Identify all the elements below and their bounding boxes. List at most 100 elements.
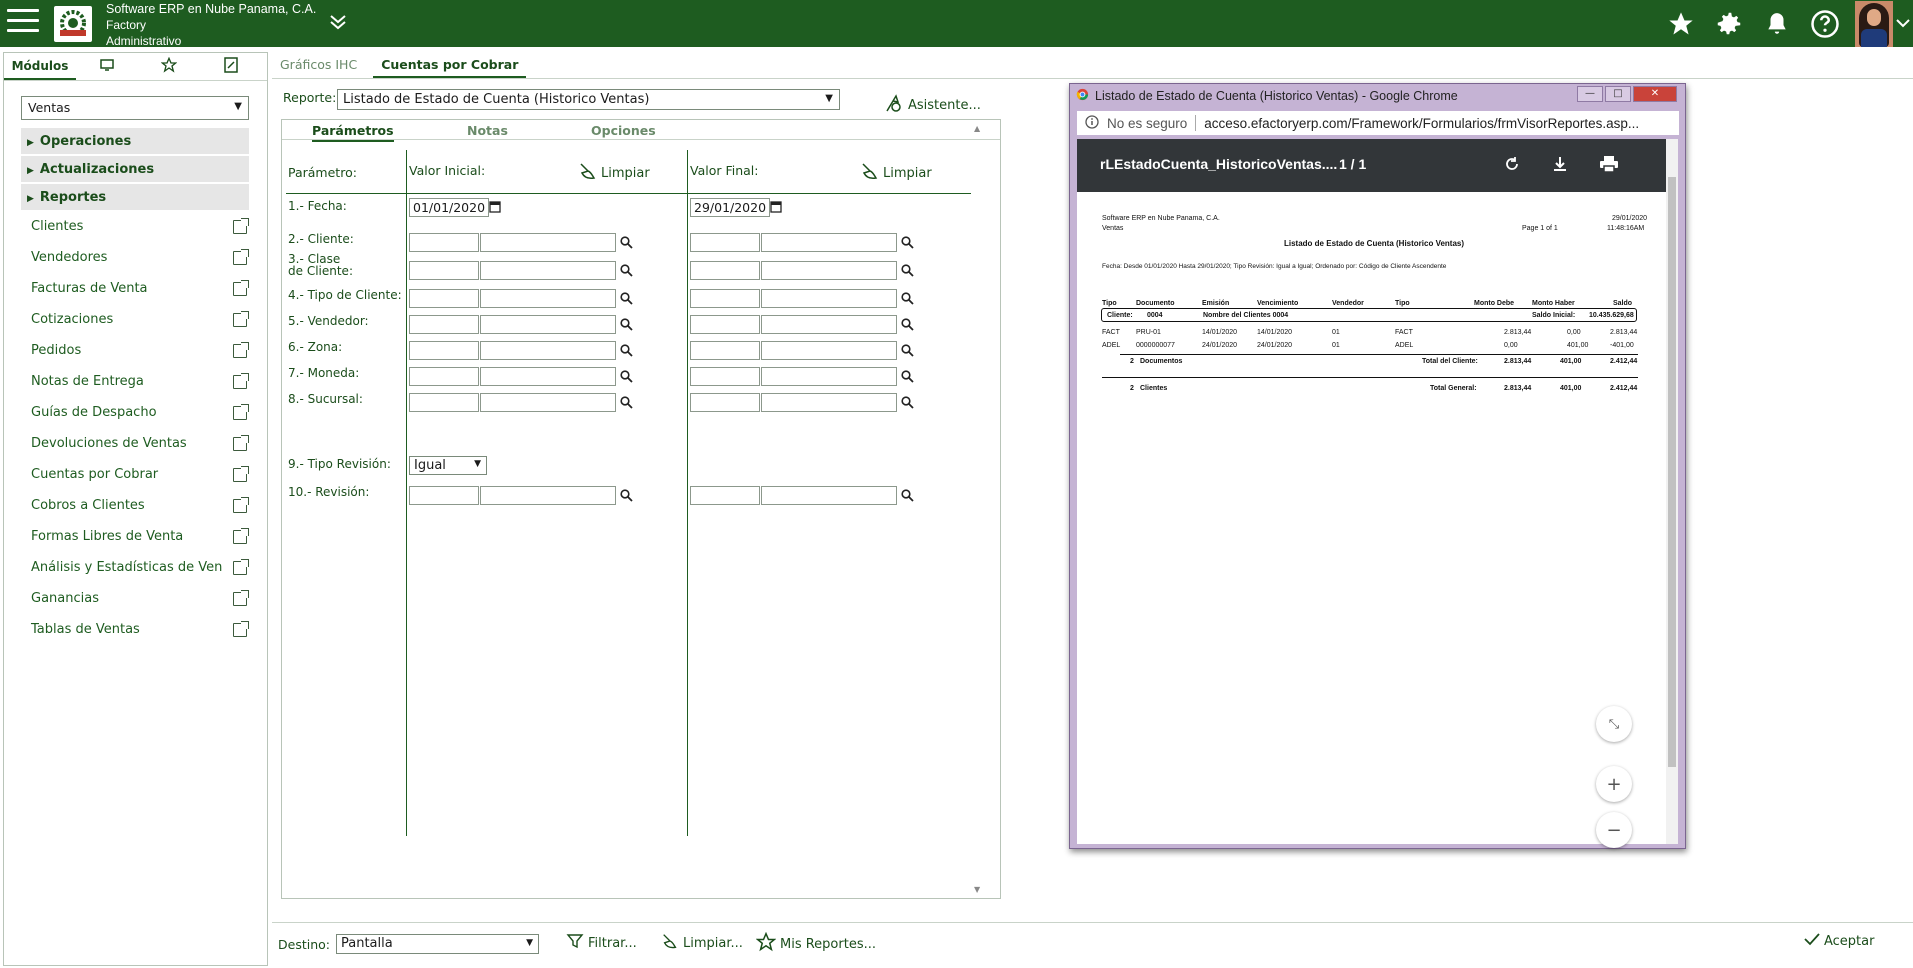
inicial-name-input[interactable] [480, 289, 616, 308]
sidebar-item-formas-libres[interactable]: Formas Libres de Venta [21, 521, 249, 552]
limpiar-final-button[interactable]: Limpiar [860, 161, 932, 185]
sidebar-item-notas-entrega[interactable]: Notas de Entrega [21, 366, 249, 397]
tab-cuentas-por-cobrar[interactable]: Cuentas por Cobrar [373, 52, 527, 78]
inicial-name-input[interactable] [480, 233, 616, 252]
scrollbar-thumb[interactable] [1668, 177, 1676, 767]
tab-notas[interactable]: Notas [467, 123, 508, 138]
inicial-code-input[interactable] [409, 486, 479, 505]
search-icon[interactable] [620, 370, 633, 386]
final-code-input[interactable] [690, 289, 760, 308]
external-link-icon[interactable] [233, 496, 249, 513]
search-icon[interactable] [901, 344, 914, 360]
inicial-code-input[interactable] [409, 233, 479, 252]
menu-icon[interactable] [7, 9, 39, 37]
section-actualizaciones[interactable]: ▶ Actualizaciones [21, 156, 249, 183]
rotate-icon[interactable] [1503, 155, 1521, 176]
inicial-name-input[interactable] [480, 393, 616, 412]
collapse-chevrons-icon[interactable] [328, 12, 348, 37]
inicial-name-input[interactable] [480, 486, 616, 505]
chevron-down-icon[interactable] [1893, 16, 1913, 32]
final-name-input[interactable] [761, 341, 897, 360]
external-link-icon[interactable] [233, 620, 249, 637]
inicial-code-input[interactable] [409, 393, 479, 412]
help-icon[interactable] [1801, 9, 1849, 39]
address-bar[interactable]: No es seguro acceso.efactoryerp.com/Fram… [1077, 111, 1679, 135]
external-link-icon[interactable] [233, 217, 249, 234]
asistente-button[interactable]: Asistente... [884, 93, 981, 117]
inicial-code-input[interactable] [409, 367, 479, 386]
final-name-input[interactable] [761, 261, 897, 280]
tab-opciones[interactable]: Opciones [591, 123, 656, 138]
sidebar-item-ganancias[interactable]: Ganancias [21, 583, 249, 614]
search-icon[interactable] [620, 344, 633, 360]
final-name-input[interactable] [761, 393, 897, 412]
close-button[interactable]: ✕ [1633, 86, 1677, 102]
final-code-input[interactable] [690, 486, 760, 505]
star-icon[interactable] [1657, 10, 1705, 38]
filtrar-button[interactable]: Filtrar... [566, 932, 637, 954]
search-icon[interactable] [901, 236, 914, 252]
external-link-icon[interactable] [233, 465, 249, 482]
zoom-out-icon[interactable]: − [1596, 812, 1632, 848]
external-link-icon[interactable] [233, 248, 249, 265]
sidebar-item-tablas[interactable]: Tablas de Ventas [21, 614, 249, 645]
sidebar-item-guias[interactable]: Guías de Despacho [21, 397, 249, 428]
final-code-input[interactable] [690, 341, 760, 360]
tab-graficos-ihc[interactable]: Gráficos IHC [272, 52, 365, 78]
final-name-input[interactable] [761, 233, 897, 252]
limpiar-inicial-button[interactable]: Limpiar [578, 161, 650, 185]
sidebar-item-vendedores[interactable]: Vendedores [21, 242, 249, 273]
tab-favorites[interactable] [138, 53, 200, 80]
external-link-icon[interactable] [233, 372, 249, 389]
inicial-code-input[interactable] [409, 289, 479, 308]
external-link-icon[interactable] [233, 310, 249, 327]
final-code-input[interactable] [690, 261, 760, 280]
calendar-icon[interactable] [489, 200, 501, 216]
final-code-input[interactable] [690, 393, 760, 412]
mis-reportes-button[interactable]: Mis Reportes... [755, 931, 876, 956]
external-link-icon[interactable] [233, 403, 249, 420]
avatar[interactable] [1855, 0, 1893, 47]
inicial-code-input[interactable] [409, 315, 479, 334]
search-icon[interactable] [620, 264, 633, 280]
tab-reports[interactable] [200, 53, 262, 80]
aceptar-button[interactable]: Aceptar [1804, 932, 1874, 950]
calendar-icon[interactable] [770, 200, 782, 216]
external-link-icon[interactable] [233, 558, 249, 575]
tab-modulos[interactable]: Módulos [4, 53, 76, 80]
search-icon[interactable] [620, 396, 633, 412]
external-link-icon[interactable] [233, 341, 249, 358]
maximize-button[interactable]: □ [1605, 86, 1631, 102]
search-icon[interactable] [620, 236, 633, 252]
search-icon[interactable] [620, 489, 633, 505]
sidebar-item-pedidos[interactable]: Pedidos [21, 335, 249, 366]
sidebar-item-cotizaciones[interactable]: Cotizaciones [21, 304, 249, 335]
search-icon[interactable] [901, 292, 914, 308]
final-name-input[interactable] [761, 367, 897, 386]
print-icon[interactable] [1599, 155, 1619, 176]
final-name-input[interactable] [761, 486, 897, 505]
inicial-name-input[interactable] [480, 341, 616, 360]
search-icon[interactable] [620, 318, 633, 334]
panel-scrollbar[interactable]: ▲ ▼ [970, 120, 986, 900]
tipo-revision-select[interactable]: Igual ▼ [409, 456, 487, 475]
final-name-input[interactable] [761, 289, 897, 308]
tab-monitor[interactable] [76, 53, 138, 80]
sidebar-item-devoluciones[interactable]: Devoluciones de Ventas [21, 428, 249, 459]
search-icon[interactable] [901, 370, 914, 386]
external-link-icon[interactable] [233, 434, 249, 451]
download-icon[interactable] [1551, 155, 1569, 176]
fecha-final-input[interactable]: 29/01/2020 [690, 198, 770, 217]
info-icon[interactable] [1085, 114, 1099, 132]
inicial-name-input[interactable] [480, 367, 616, 386]
reporte-select[interactable]: Listado de Estado de Cuenta (Historico V… [337, 89, 840, 110]
final-code-input[interactable] [690, 315, 760, 334]
inicial-name-input[interactable] [480, 261, 616, 280]
sidebar-item-analisis[interactable]: Análisis y Estadísticas de Ven [21, 552, 249, 583]
destino-select[interactable]: Pantalla ▼ [336, 934, 539, 954]
search-icon[interactable] [620, 292, 633, 308]
sidebar-item-cuentas-cobrar[interactable]: Cuentas por Cobrar [21, 459, 249, 490]
search-icon[interactable] [901, 318, 914, 334]
bell-icon[interactable] [1753, 10, 1801, 38]
inicial-name-input[interactable] [480, 315, 616, 334]
